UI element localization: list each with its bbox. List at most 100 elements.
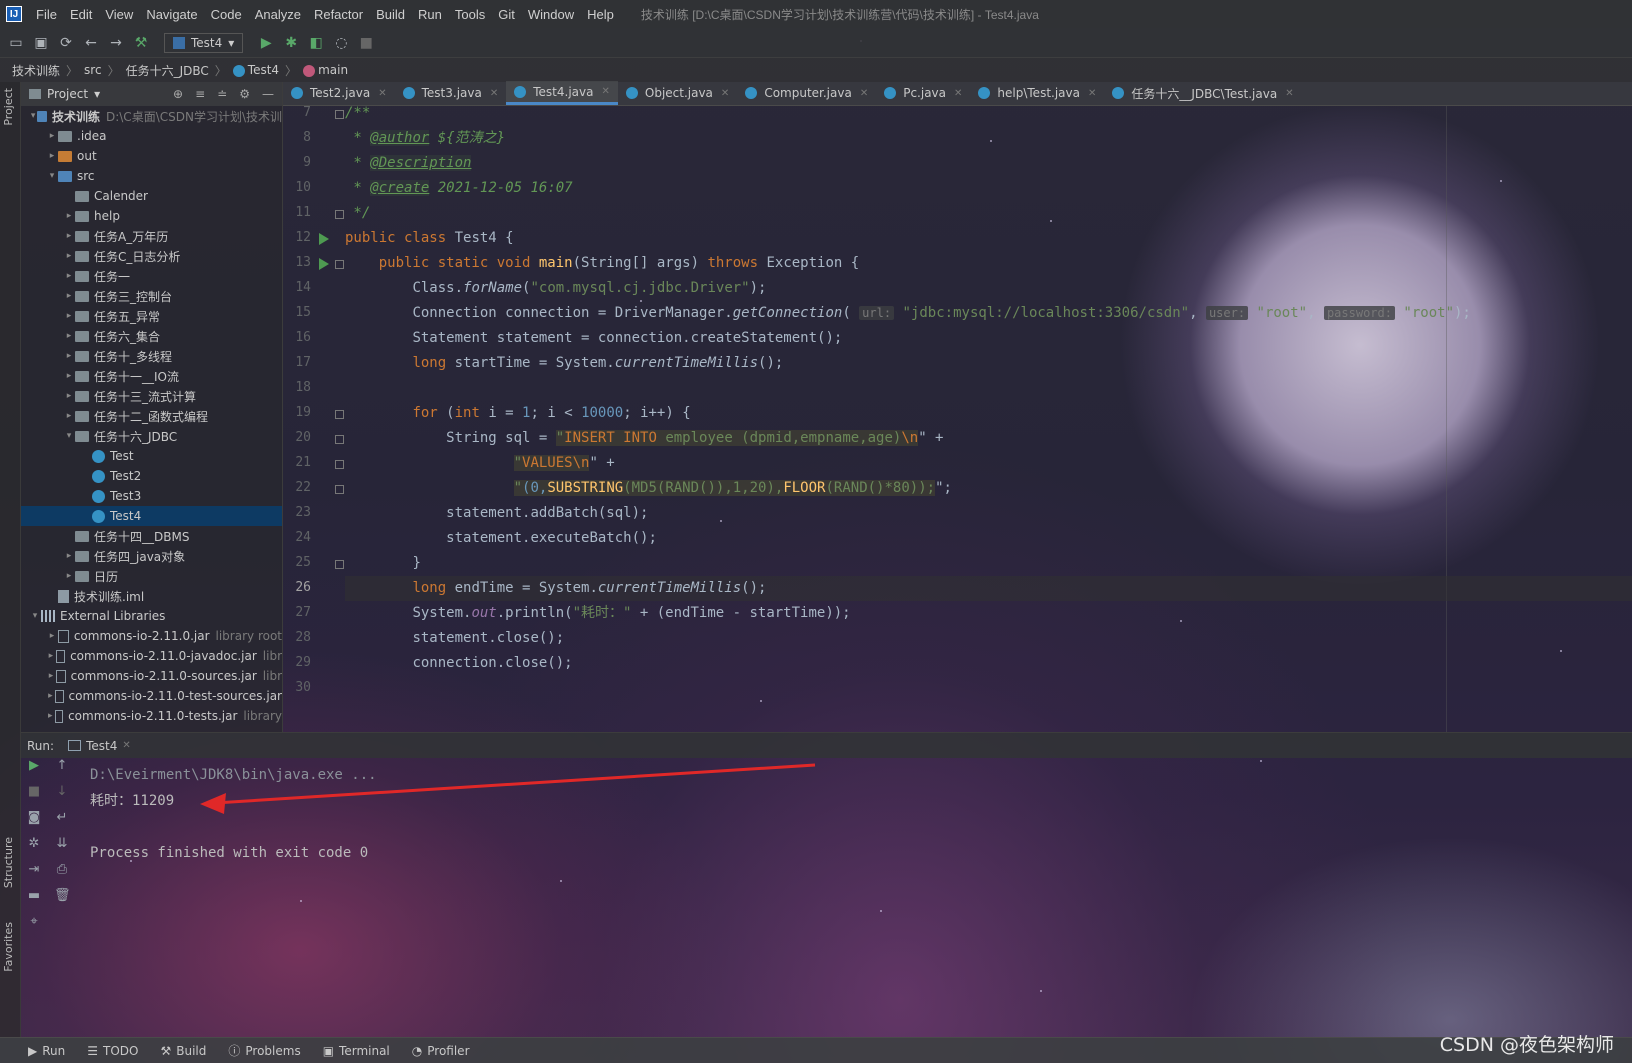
tree-item[interactable]: ▸ 任务C_日志分析 <box>21 246 282 266</box>
stop-icon[interactable]: ■ <box>358 35 374 51</box>
scroll-up-icon[interactable]: ↑ <box>54 758 70 774</box>
fold-marker-icon[interactable] <box>335 560 344 569</box>
tree-item[interactable]: Test2 <box>21 466 282 486</box>
editor-tab[interactable]: help\Test.java ✕ <box>970 81 1104 105</box>
tree-item[interactable]: ▸ 任务五_异常 <box>21 306 282 326</box>
chevron-down-icon[interactable]: ▾ <box>29 111 37 121</box>
camera-icon[interactable]: ◙ <box>26 810 42 826</box>
close-icon[interactable]: ✕ <box>601 86 609 97</box>
menu-edit[interactable]: Edit <box>70 7 92 22</box>
profile-icon[interactable]: ◌ <box>333 35 349 51</box>
toolwindow-profiler[interactable]: ◔ Profiler <box>412 1044 470 1058</box>
build-hammer-icon[interactable]: ⚒ <box>133 35 149 51</box>
open-folder-icon[interactable]: ▭ <box>8 35 24 51</box>
breadcrumb-package[interactable]: 任务十六_JDBC <box>126 62 209 79</box>
close-icon[interactable]: ✕ <box>1088 88 1096 99</box>
chevron-right-icon[interactable]: ▸ <box>46 651 56 661</box>
fold-marker-icon[interactable] <box>335 460 344 469</box>
chevron-right-icon[interactable]: ▸ <box>63 211 75 221</box>
chevron-right-icon[interactable]: ▸ <box>46 631 58 641</box>
exit-icon[interactable]: ⇥ <box>26 862 42 878</box>
toolwindow-run[interactable]: ▶ Run <box>28 1044 65 1058</box>
menu-help[interactable]: Help <box>587 7 614 22</box>
breadcrumb-project[interactable]: 技术训练 <box>12 62 60 79</box>
fold-marker-icon[interactable] <box>335 435 344 444</box>
chevron-right-icon[interactable]: ▸ <box>46 151 58 161</box>
back-icon[interactable]: ← <box>83 35 99 51</box>
tree-item[interactable]: ▸ 任务A_万年历 <box>21 226 282 246</box>
tree-item[interactable]: ▸ .idea <box>21 126 282 146</box>
locate-icon[interactable]: ⊕ <box>173 87 183 101</box>
fold-marker-icon[interactable] <box>335 110 344 119</box>
print-icon[interactable]: ⎙ <box>54 862 70 878</box>
tree-item[interactable]: Test4 <box>21 506 282 526</box>
run-tab-test4[interactable]: Test4 ✕ <box>68 739 131 753</box>
chevron-down-icon[interactable]: ▾ <box>63 431 75 441</box>
sidebar-tab-favorites[interactable]: Favorites <box>2 922 15 972</box>
tree-item[interactable]: ▸ 任务十二_函数式编程 <box>21 406 282 426</box>
chevron-right-icon[interactable]: ▸ <box>46 691 55 701</box>
fold-marker-icon[interactable] <box>335 485 344 494</box>
tree-item[interactable]: ▸ 任务四_java对象 <box>21 546 282 566</box>
tree-item[interactable]: ▾ 任务十六_JDBC <box>21 426 282 446</box>
debug-icon[interactable]: ✱ <box>283 35 299 51</box>
tree-item[interactable]: ▸ 任务三_控制台 <box>21 286 282 306</box>
sidebar-tab-project[interactable]: Project <box>2 88 15 126</box>
toolwindow-terminal[interactable]: ▣ Terminal <box>323 1044 390 1058</box>
chevron-down-icon[interactable]: ▾ <box>29 611 41 621</box>
menu-code[interactable]: Code <box>211 7 242 22</box>
menu-refactor[interactable]: Refactor <box>314 7 363 22</box>
close-icon[interactable]: ✕ <box>1285 88 1293 99</box>
tree-item[interactable]: Calender <box>21 186 282 206</box>
stop-icon[interactable]: ■ <box>26 784 42 800</box>
menu-analyze[interactable]: Analyze <box>255 7 301 22</box>
sync-icon[interactable]: ⟳ <box>58 35 74 51</box>
scroll-down-icon[interactable]: ↓ <box>54 784 70 800</box>
trash-icon[interactable]: 🗑 <box>54 888 71 904</box>
tree-item[interactable]: ▾ 技术训练 D:\C桌面\CSDN学习计划\技术训 <box>21 106 282 126</box>
scroll-to-end-icon[interactable]: ⇊ <box>54 836 70 852</box>
menu-file[interactable]: File <box>36 7 57 22</box>
soft-wrap-icon[interactable]: ↵ <box>54 810 70 826</box>
code-area[interactable]: /** * @author ${范涛之} * @Description * @c… <box>345 106 1632 732</box>
tree-item[interactable]: 技术训练.iml <box>21 586 282 606</box>
tree-item[interactable]: Test3 <box>21 486 282 506</box>
rerun-icon[interactable]: ▶ <box>26 758 42 774</box>
tree-item[interactable]: ▸ 任务十_多线程 <box>21 346 282 366</box>
chevron-right-icon[interactable]: ▸ <box>63 251 75 261</box>
tree-item[interactable]: ▸ help <box>21 206 282 226</box>
close-icon[interactable]: ✕ <box>721 88 729 99</box>
expand-all-icon[interactable]: ≡ <box>195 87 205 101</box>
chevron-down-icon[interactable]: ▾ <box>46 171 58 181</box>
tree-item[interactable]: ▸ commons-io-2.11.0-test-sources.jar <box>21 686 282 706</box>
code-editor[interactable]: 7 8 9 10 11 12 13 14 15 16 17 18 19 20 21 22 23 24 25 26 27 2… <box>283 106 1632 732</box>
fold-marker-icon[interactable] <box>335 410 344 419</box>
tree-item[interactable]: ▸ commons-io-2.11.0.jar library root <box>21 626 282 646</box>
close-icon[interactable]: ✕ <box>378 88 386 99</box>
menu-build[interactable]: Build <box>376 7 405 22</box>
chevron-right-icon[interactable]: ▸ <box>46 711 55 721</box>
debug-bug-icon[interactable]: ✲ <box>26 836 42 852</box>
chevron-right-icon[interactable]: ▸ <box>63 371 75 381</box>
menu-window[interactable]: Window <box>528 7 574 22</box>
editor-tab[interactable]: Test2.java ✕ <box>283 81 395 105</box>
chevron-right-icon[interactable]: ▸ <box>63 291 75 301</box>
tree-item[interactable]: ▾ src <box>21 166 282 186</box>
chevron-right-icon[interactable]: ▸ <box>63 551 75 561</box>
editor-tab[interactable]: Object.java ✕ <box>618 81 737 105</box>
run-icon[interactable]: ▶ <box>258 35 274 51</box>
toolwindow-build[interactable]: ⚒ Build <box>160 1044 206 1058</box>
tree-item[interactable]: ▸ commons-io-2.11.0-tests.jar library <box>21 706 282 726</box>
gear-icon[interactable]: ⚙ <box>239 87 250 101</box>
run-console[interactable]: D:\Eveirment\JDK8\bin\java.exe ... 耗时：11… <box>90 762 377 866</box>
chevron-right-icon[interactable]: ▸ <box>63 231 75 241</box>
layout-icon[interactable]: ▬ <box>26 888 42 904</box>
tree-item[interactable]: ▾ External Libraries <box>21 606 282 626</box>
tree-item[interactable]: ▸ commons-io-2.11.0-javadoc.jar libr <box>21 646 282 666</box>
editor-tab[interactable]: Test4.java ✕ <box>506 81 618 105</box>
hide-icon[interactable]: — <box>262 87 274 101</box>
chevron-right-icon[interactable]: ▸ <box>63 351 75 361</box>
sidebar-tab-structure[interactable]: Structure <box>2 837 15 888</box>
tree-item[interactable]: ▸ 日历 <box>21 566 282 586</box>
project-view-selector[interactable]: Project <box>47 87 88 101</box>
